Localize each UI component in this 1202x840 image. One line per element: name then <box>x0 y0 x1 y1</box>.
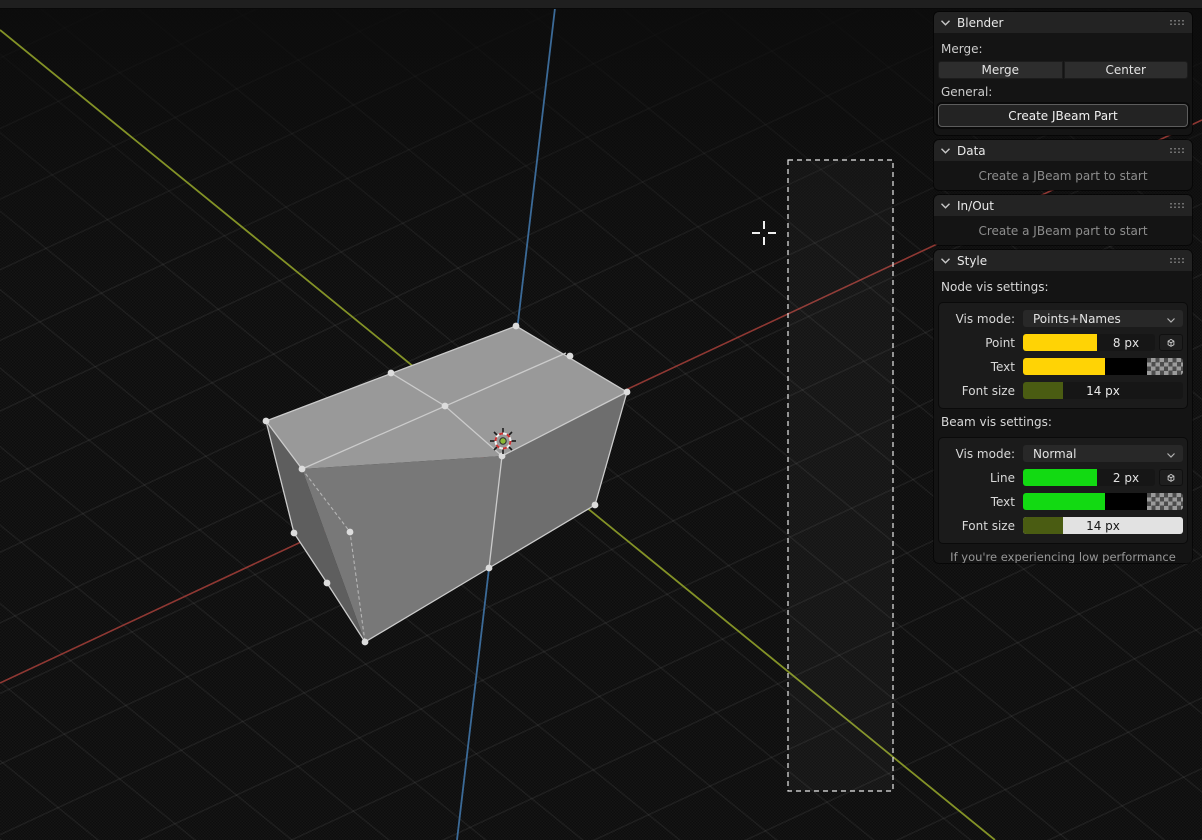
node-text-alpha-swatch[interactable] <box>1147 358 1183 375</box>
node-vis-groupbox: Vis mode: Points+Names Point 8 px <box>938 302 1188 409</box>
section-title: Blender <box>957 16 1169 30</box>
box-select-region[interactable] <box>788 160 893 791</box>
beam-vis-mode-label: Vis mode: <box>939 447 1023 461</box>
blender-window: Blender Merge: Merge Center General: Cre… <box>0 0 1202 840</box>
beam-font-size-label: Font size <box>939 519 1023 533</box>
beam-text-color-swatch[interactable] <box>1023 493 1105 510</box>
beam-text-color-widget[interactable] <box>1023 493 1183 510</box>
chevron-down-icon <box>941 20 950 26</box>
section-blender: Blender Merge: Merge Center General: Cre… <box>934 12 1192 135</box>
section-title: Data <box>957 144 1169 158</box>
beam-line-width-value[interactable]: 2 px <box>1097 469 1155 486</box>
beam-line-color-swatch[interactable] <box>1023 469 1097 486</box>
node-point-color-swatch[interactable] <box>1023 334 1097 351</box>
node-font-size-label: Font size <box>939 384 1023 398</box>
performance-note-line1: If you're experiencing low performance <box>938 550 1188 563</box>
node-text-bg-swatch[interactable] <box>1105 358 1147 375</box>
beam-text-alpha-swatch[interactable] <box>1147 493 1183 510</box>
section-inout: In/Out Create a JBeam part to start <box>934 195 1192 245</box>
node-vis-mode-dropdown[interactable]: Points+Names <box>1023 310 1183 327</box>
chevron-down-icon <box>941 203 950 209</box>
drag-grip-icon[interactable] <box>1169 202 1184 209</box>
section-data: Data Create a JBeam part to start <box>934 140 1192 190</box>
data-empty-text: Create a JBeam part to start <box>978 169 1147 183</box>
general-label: General: <box>941 85 1185 99</box>
inout-empty-text: Create a JBeam part to start <box>978 224 1147 238</box>
chevron-down-icon <box>1167 447 1175 461</box>
cube-icon <box>1168 339 1174 346</box>
node-vis-mode-value: Points+Names <box>1033 312 1167 326</box>
node-vis-settings-label: Node vis settings: <box>941 280 1185 294</box>
node-text-label: Text <box>939 360 1023 374</box>
cube-icon <box>1168 474 1174 481</box>
node-vis-mode-label: Vis mode: <box>939 312 1023 326</box>
beam-line-label: Line <box>939 471 1023 485</box>
box-face-front-left <box>302 456 502 642</box>
section-style: Style Node vis settings: Vis mode: Point… <box>934 250 1192 563</box>
merge-button[interactable]: Merge <box>938 61 1063 79</box>
crosshair-cursor <box>752 221 776 245</box>
performance-note: If you're experiencing low performance c… <box>938 550 1188 563</box>
extras-button[interactable] <box>1159 334 1183 351</box>
beam-font-size-value: 14 px <box>1023 517 1183 534</box>
node-point-size-value[interactable]: 8 px <box>1097 334 1155 351</box>
node-font-size-slider[interactable]: 14 px <box>1023 382 1183 399</box>
section-header-data[interactable]: Data <box>934 140 1192 161</box>
node-text-color-widget[interactable] <box>1023 358 1183 375</box>
drag-grip-icon[interactable] <box>1169 257 1184 264</box>
node-point-label: Point <box>939 336 1023 350</box>
beam-vis-settings-label: Beam vis settings: <box>941 415 1185 429</box>
sidebar-panel: Blender Merge: Merge Center General: Cre… <box>934 12 1192 568</box>
extras-button[interactable] <box>1159 469 1183 486</box>
beam-vis-groupbox: Vis mode: Normal Line 2 px <box>938 437 1188 544</box>
beam-line-widget[interactable]: 2 px <box>1023 469 1155 486</box>
section-title: In/Out <box>957 199 1169 213</box>
section-title: Style <box>957 254 1169 268</box>
create-jbeam-part-button[interactable]: Create JBeam Part <box>938 104 1188 127</box>
beam-text-bg-swatch[interactable] <box>1105 493 1147 510</box>
center-button[interactable]: Center <box>1064 61 1189 79</box>
drag-grip-icon[interactable] <box>1169 147 1184 154</box>
box-mesh[interactable] <box>263 323 631 646</box>
node-text-color-swatch[interactable] <box>1023 358 1105 375</box>
section-header-style[interactable]: Style <box>934 250 1192 271</box>
beam-vis-mode-dropdown[interactable]: Normal <box>1023 445 1183 462</box>
beam-vis-mode-value: Normal <box>1033 447 1167 461</box>
node-point-widget[interactable]: 8 px <box>1023 334 1155 351</box>
merge-label: Merge: <box>941 42 1185 56</box>
section-header-inout[interactable]: In/Out <box>934 195 1192 216</box>
top-bar <box>0 0 1202 9</box>
beam-font-size-slider[interactable]: 14 px <box>1023 517 1183 534</box>
beam-text-label: Text <box>939 495 1023 509</box>
chevron-down-icon <box>941 258 950 264</box>
chevron-down-icon <box>1167 312 1175 326</box>
drag-grip-icon[interactable] <box>1169 19 1184 26</box>
node-font-size-value: 14 px <box>1023 382 1183 399</box>
section-header-blender[interactable]: Blender <box>934 12 1192 33</box>
chevron-down-icon <box>941 148 950 154</box>
